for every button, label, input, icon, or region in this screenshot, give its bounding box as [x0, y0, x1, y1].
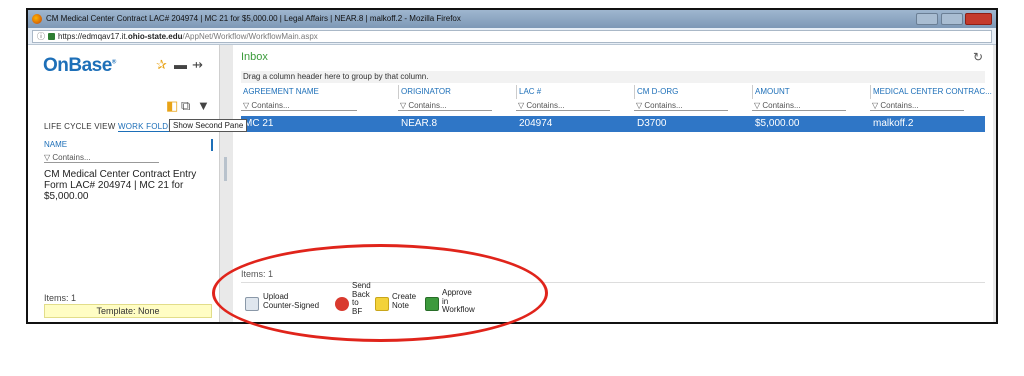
- address-bar: ⓘ https://edmqav17.it.ohio-state.edu/AppN…: [28, 28, 996, 45]
- show-second-pane-tooltip: Show Second Pane: [169, 119, 248, 132]
- tab-work-folder[interactable]: WORK FOLDE: [118, 122, 174, 132]
- refresh-icon[interactable]: ↻: [973, 50, 983, 64]
- table-row[interactable]: MC 21 NEAR.8 204974 D3700 $5,000.00 malk…: [241, 116, 985, 132]
- filter-amount[interactable]: ▽ Contains...: [752, 100, 846, 111]
- grid-header-row: AGREEMENT NAME ORIGINATOR LAC # CM D-ORG…: [241, 85, 992, 99]
- task-toolbar: Upload Counter-Signed Send Back to BF Cr…: [241, 281, 985, 322]
- approve-in-workflow-button[interactable]: Approve in Workflow: [425, 283, 485, 322]
- filter-agreement-name[interactable]: ▽ Contains...: [241, 100, 357, 111]
- approve-check-icon: [425, 297, 439, 311]
- filter-originator[interactable]: ▽ Contains...: [398, 100, 492, 111]
- window-title: CM Medical Center Contract LAC# 204974 |…: [46, 14, 461, 23]
- filter-medical-center-contract[interactable]: ▽ Contains...: [870, 100, 964, 111]
- list-menu-icon[interactable]: ▬: [174, 58, 187, 71]
- send-back-to-bf-button[interactable]: Send Back to BF: [335, 281, 371, 322]
- onbase-app: OnBase® ✰ ▬ ⇸ ◧ ⧉ ▼ LIFE CYCLE VIEW WORK…: [28, 45, 996, 322]
- cell-medical-center-contract: malkoff.2: [873, 118, 914, 129]
- second-pane-icon[interactable]: ⧉: [181, 99, 190, 112]
- group-by-drop-zone[interactable]: Drag a column header here to group by th…: [241, 71, 985, 83]
- inbox-items-count: Items: 1: [241, 269, 274, 279]
- url-path: /AppNet/Workflow/WorkflowMain.aspx: [182, 32, 318, 41]
- column-divider: [211, 139, 213, 151]
- firefox-icon: [32, 14, 42, 24]
- filter-icon[interactable]: ▼: [197, 99, 210, 112]
- url-field[interactable]: ⓘ https://edmqav17.it.ohio-state.edu/AppN…: [32, 30, 992, 43]
- document-list-item[interactable]: CM Medical Center Contract Entry Form LA…: [44, 169, 214, 202]
- cell-cm-d-org: D3700: [637, 118, 667, 129]
- url-domain: ohio-state.edu: [127, 32, 183, 41]
- lock-icon: [48, 33, 55, 40]
- column-header-lac-number[interactable]: LAC #: [516, 85, 632, 99]
- column-header-originator[interactable]: ORIGINATOR: [398, 85, 514, 99]
- favorites-star-icon[interactable]: ✰: [156, 58, 167, 71]
- inbox-title: Inbox: [241, 51, 268, 63]
- filter-cm-d-org[interactable]: ▽ Contains...: [634, 100, 728, 111]
- cell-originator: NEAR.8: [401, 118, 438, 129]
- info-icon[interactable]: ⓘ: [37, 32, 45, 41]
- create-note-button[interactable]: Create Note: [375, 283, 421, 322]
- filter-lac-number[interactable]: ▽ Contains...: [516, 100, 610, 111]
- column-header-agreement-name[interactable]: AGREEMENT NAME: [241, 85, 396, 99]
- cell-lac-number: 204974: [519, 118, 553, 129]
- upload-counter-signed-button[interactable]: Upload Counter-Signed: [245, 283, 330, 322]
- url-scheme: https://edmqav17.it.: [58, 32, 128, 41]
- pane-splitter-handle[interactable]: [224, 157, 227, 181]
- template-status: Template: None: [44, 304, 212, 318]
- sidebar-items-count: Items: 1: [44, 293, 77, 303]
- grid-filter-row: ▽ Contains... ▽ Contains... ▽ Contains..…: [241, 100, 985, 112]
- minimize-button[interactable]: [916, 13, 938, 25]
- cell-amount: $5,000.00: [755, 118, 800, 129]
- title-bar: CM Medical Center Contract LAC# 204974 |…: [28, 10, 996, 28]
- name-filter-input[interactable]: ▽ Contains...: [44, 153, 159, 163]
- sidebar: OnBase® ✰ ▬ ⇸ ◧ ⧉ ▼ LIFE CYCLE VIEW WORK…: [28, 45, 248, 322]
- tab-life-cycle-view[interactable]: LIFE CYCLE VIEW: [44, 122, 115, 131]
- pin-icon[interactable]: ⇸: [192, 58, 203, 71]
- close-button[interactable]: [965, 13, 992, 25]
- note-icon: [375, 297, 389, 311]
- maximize-button[interactable]: [941, 13, 963, 25]
- inbox-pane: Inbox ↻ Drag a column header here to gro…: [233, 45, 993, 322]
- column-header-medical-center-contract[interactable]: MEDICAL CENTER CONTRAC...: [870, 85, 992, 99]
- browser-window: CM Medical Center Contract LAC# 204974 |…: [26, 8, 998, 324]
- upload-icon: [245, 297, 259, 311]
- split-pane-icon[interactable]: ◧: [166, 99, 178, 112]
- onbase-logo: OnBase®: [43, 55, 116, 76]
- column-header-cm-d-org[interactable]: CM D-ORG: [634, 85, 750, 99]
- column-header-amount[interactable]: AMOUNT: [752, 85, 868, 99]
- name-column-header[interactable]: NAME: [44, 140, 67, 149]
- stop-icon: [335, 297, 349, 311]
